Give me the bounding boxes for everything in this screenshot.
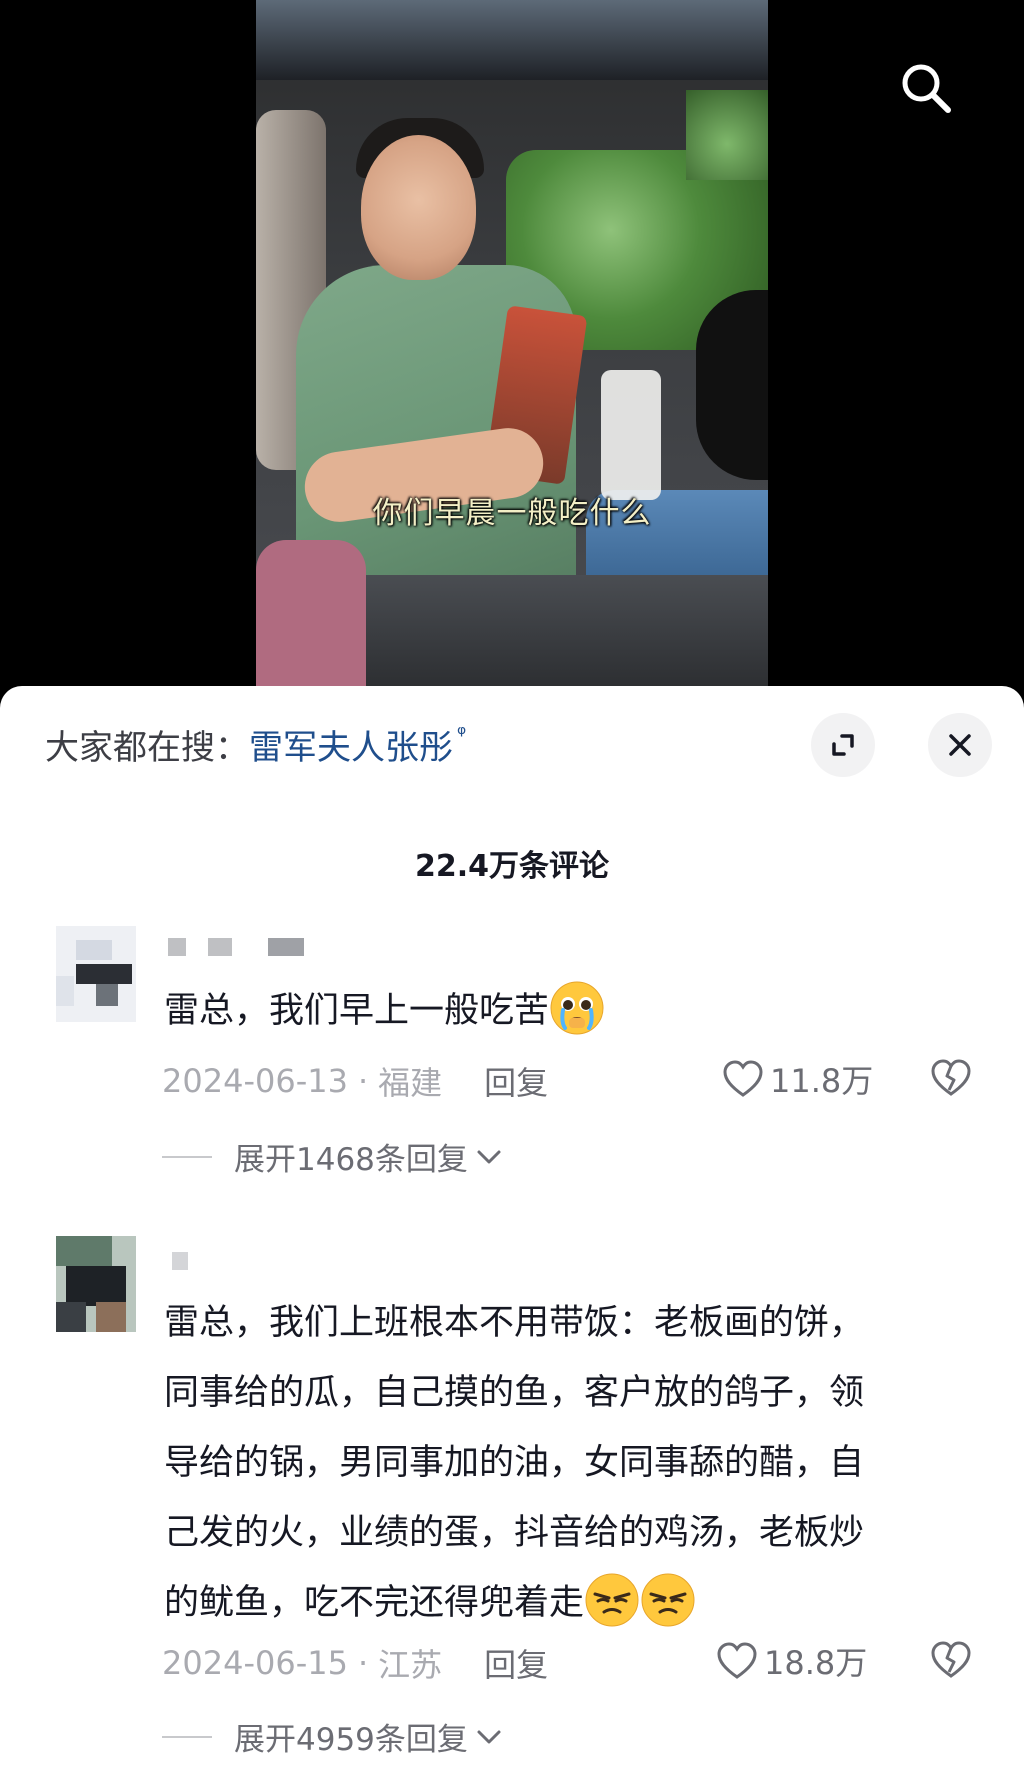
car-door-panel [296, 575, 768, 690]
dislike-button[interactable] [930, 1058, 972, 1102]
dislike-button[interactable] [930, 1640, 972, 1684]
steering-wheel [696, 290, 768, 480]
reply-button[interactable]: 回复 [484, 1058, 548, 1104]
hot-search-bar[interactable]: 大家都在搜： 雷军夫人张彤 ᵠ [45, 720, 467, 769]
username-blurred[interactable] [168, 1252, 318, 1282]
like-button[interactable]: 11.8万 [722, 1056, 873, 1102]
comment-meta: 2024-06-15 · 江苏 回复 [162, 1640, 548, 1686]
broken-heart-icon [931, 1641, 971, 1678]
smirk-emoji [584, 1572, 640, 1628]
like-count: 18.8万 [764, 1644, 868, 1682]
broken-heart-icon [931, 1059, 971, 1096]
comment-item: 雷总，我们早上一般吃苦 2024-06-13 · 福建 回复 11.8万 展开1… [0, 926, 1024, 1226]
plastic-bag [601, 370, 661, 500]
person-face [361, 135, 476, 280]
expand-divider [162, 1735, 212, 1738]
car-roof [256, 0, 768, 80]
collapse-arrows-icon [832, 734, 854, 756]
comment-count: 22.4万条评论 [414, 849, 610, 884]
chevron-down-icon [477, 1150, 501, 1163]
comment-text: 雷总，我们早上一般吃苦 [164, 976, 605, 1046]
comment-date: 2024-06-15 [162, 1644, 348, 1682]
search-icon[interactable] [896, 58, 956, 118]
comment-date: 2024-06-13 [162, 1062, 348, 1100]
expand-replies-label: 展开1468条回复 [234, 1142, 468, 1178]
expand-replies[interactable]: 展开4959条回复 [162, 1714, 504, 1759]
comment-text-line: 雷总，我们早上一般吃苦 [164, 991, 550, 1031]
comment-item: 雷总，我们上班根本不用带饭：老板画的饼， 同事给的瓜，自己摸的鱼，客户放的鸽子，… [0, 1236, 1024, 1776]
car-rear-window [686, 90, 768, 180]
comment-location: 福建 [378, 1064, 443, 1102]
like-count: 11.8万 [770, 1062, 874, 1100]
video-player[interactable]: 你们早晨一般吃什么 [0, 0, 1024, 700]
heart-outline-icon [723, 1060, 763, 1097]
comment-location: 江苏 [378, 1646, 443, 1684]
avatar[interactable] [56, 1236, 136, 1332]
chevron-down-icon [477, 1730, 501, 1743]
comment-meta: 2024-06-13 · 福建 回复 [162, 1058, 548, 1104]
video-subtitle: 你们早晨一般吃什么 [372, 496, 652, 531]
smirk-emoji [640, 1572, 696, 1628]
comment-text-line: 的鱿鱼，吃不完还得兜着走 [164, 1583, 585, 1623]
comment-panel: 大家都在搜： 雷军夫人张彤 ᵠ 22.4万条评论 雷总，我们早上一般吃苦 202… [0, 686, 1024, 1787]
close-icon [949, 734, 971, 756]
video-frame[interactable] [256, 0, 768, 690]
pleading-crying-emoji [549, 980, 605, 1036]
comment-text-line: 同事给的瓜，自己摸的鱼，客户放的鸽子，领 [164, 1373, 865, 1413]
expand-replies[interactable]: 展开1468条回复 [162, 1134, 504, 1179]
expand-divider [162, 1155, 212, 1158]
comment-text-line: 己发的火，业绩的蛋，抖音给的鸡汤，老板炒 [164, 1513, 865, 1553]
like-button[interactable]: 18.8万 [716, 1638, 867, 1684]
comment-text: 雷总，我们上班根本不用带饭：老板画的饼， 同事给的瓜，自己摸的鱼，客户放的鸽子，… [164, 1288, 864, 1638]
close-panel-button[interactable] [928, 713, 992, 777]
expand-replies-label: 展开4959条回复 [234, 1722, 468, 1758]
heart-outline-icon [717, 1642, 757, 1679]
comment-text-line: 雷总，我们上班根本不用带饭：老板画的饼， [164, 1303, 865, 1343]
expand-panel-button[interactable] [811, 713, 875, 777]
reply-button[interactable]: 回复 [484, 1640, 548, 1686]
meta-separator: · [357, 1062, 369, 1100]
hot-search-small-search-icon: ᵠ [457, 721, 467, 747]
avatar[interactable] [56, 926, 136, 1022]
comment-text-line: 导给的锅，男同事加的油，女同事舔的醋，自 [164, 1443, 865, 1483]
hot-search-prefix: 大家都在搜： [45, 727, 249, 768]
meta-separator: · [357, 1644, 369, 1682]
car-seat-pink [256, 540, 366, 690]
username-blurred[interactable] [168, 938, 318, 968]
hot-search-term[interactable]: 雷军夫人张彤 [249, 720, 453, 769]
